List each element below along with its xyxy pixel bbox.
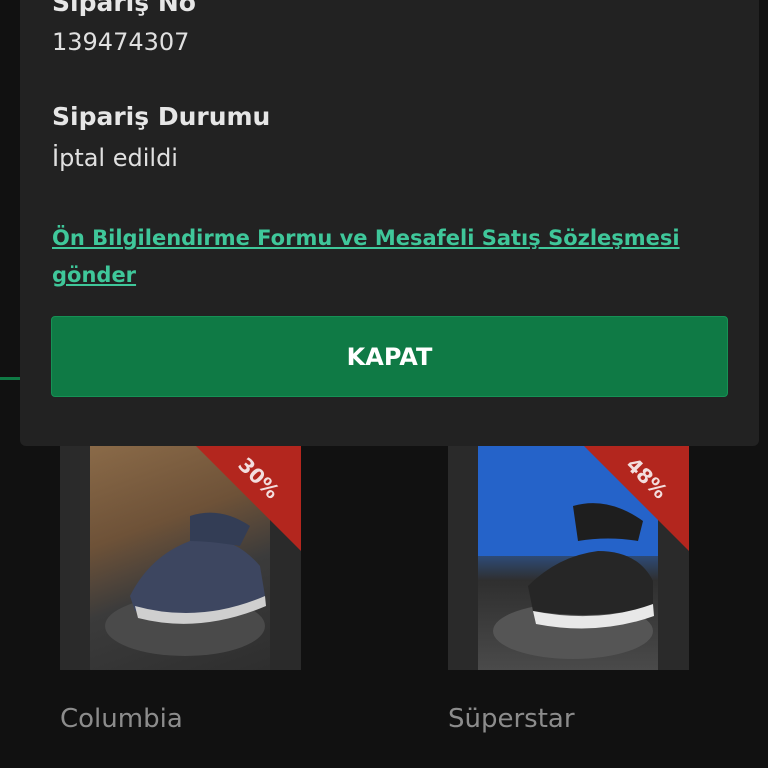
product-name: Süperstar <box>448 704 575 734</box>
order-no-label: Sipariş No <box>52 0 196 17</box>
product-card-superstar[interactable]: 48% <box>448 446 689 670</box>
send-contract-link[interactable]: Ön Bilgilendirme Formu ve Mesafeli Satış… <box>52 220 692 294</box>
discount-ribbon: 48% <box>584 446 689 551</box>
product-name: Columbia <box>60 704 183 734</box>
order-details-modal: Sipariş No 139474307 Sipariş Durumu İpta… <box>20 0 759 446</box>
order-status-value: İptal edildi <box>52 144 178 172</box>
discount-ribbon: 30% <box>196 446 301 551</box>
product-card-columbia[interactable]: 30% <box>60 446 301 670</box>
order-no-value: 139474307 <box>52 28 190 56</box>
close-button[interactable]: KAPAT <box>51 316 728 397</box>
order-status-label: Sipariş Durumu <box>52 102 271 131</box>
